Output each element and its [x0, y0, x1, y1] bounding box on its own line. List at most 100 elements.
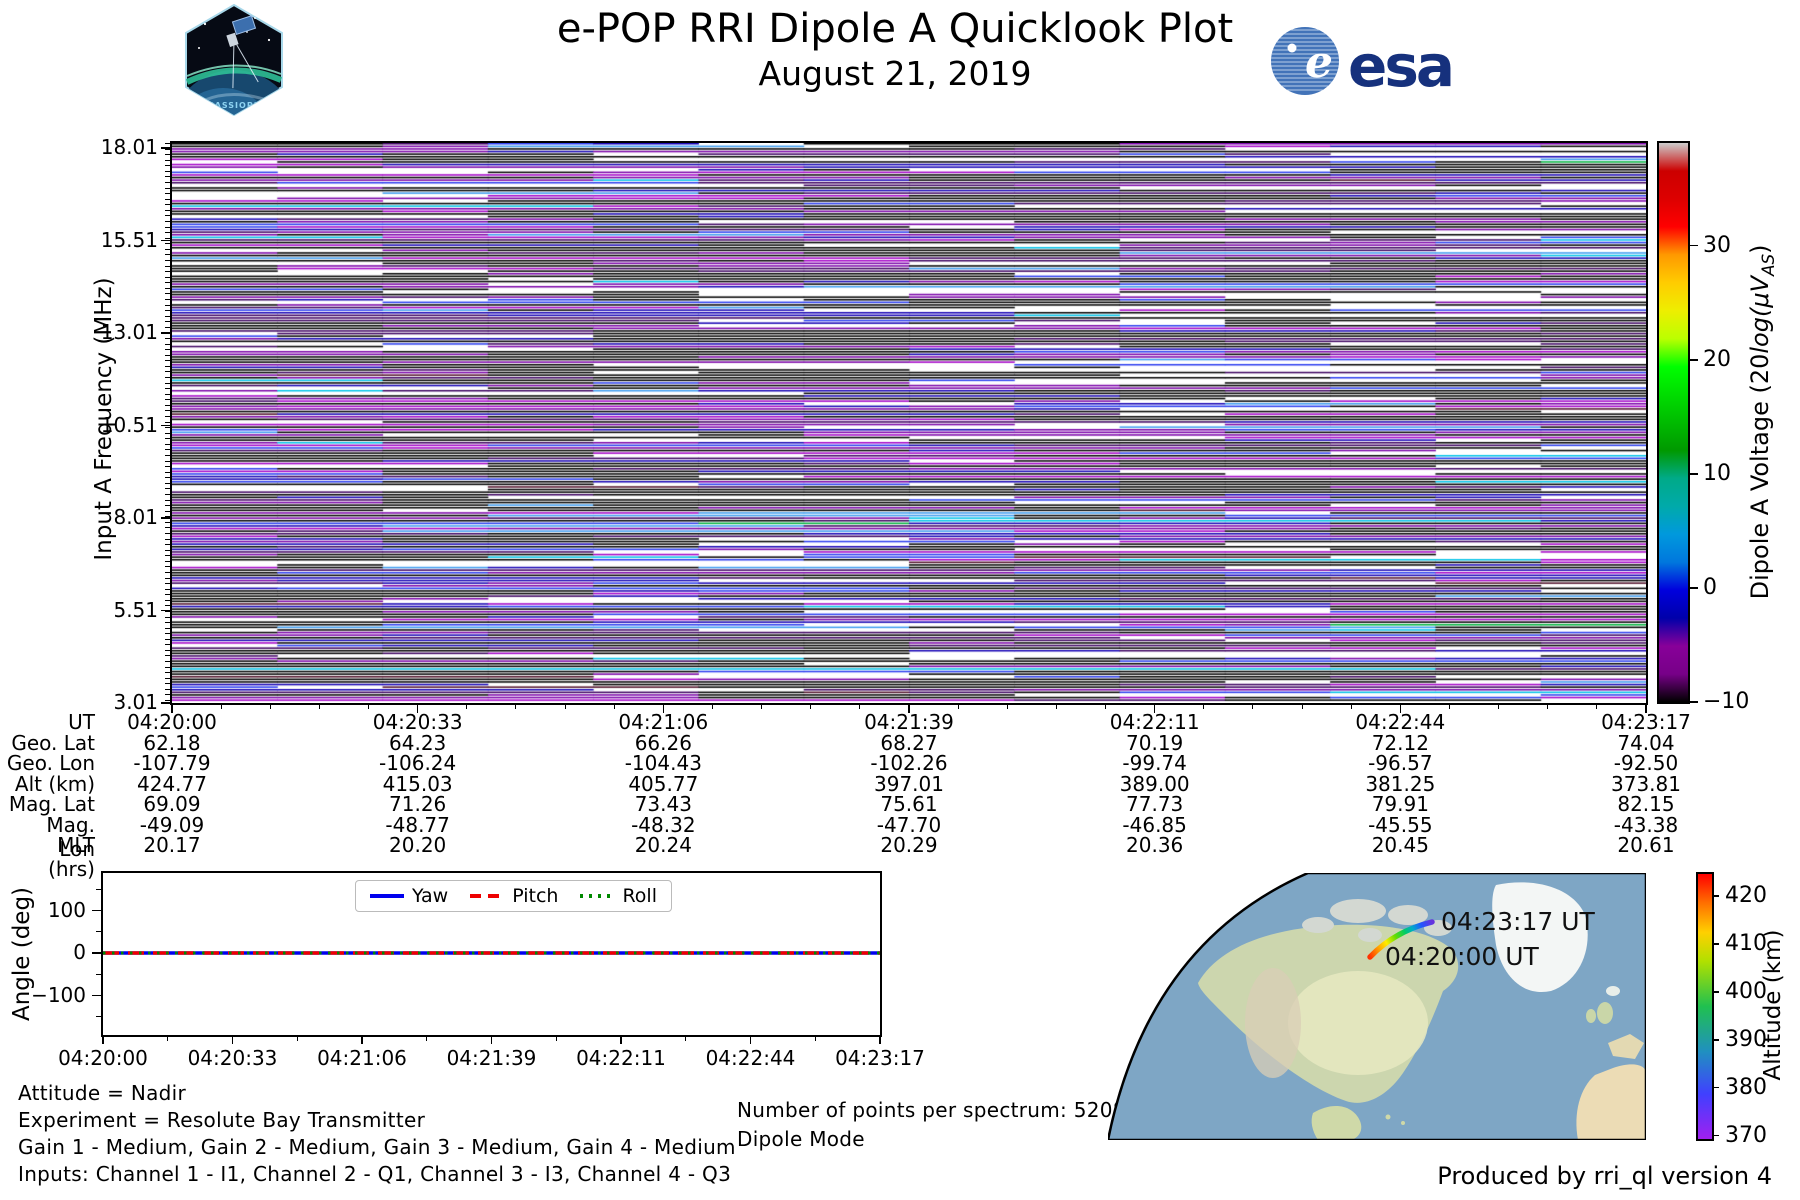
page-title: e-POP RRI Dipole A Quicklook Plot: [556, 6, 1234, 52]
cbar-label-prefix: Dipole A Voltage (20: [1746, 353, 1775, 600]
legend-label-yaw: Yaw: [412, 885, 449, 907]
y-minor-tick: [165, 477, 170, 479]
y-minor-tick: [165, 271, 170, 273]
y-minor-tick: [165, 588, 170, 590]
x-minor-tick: [220, 705, 222, 709]
cbar-label-subscript: AS: [1757, 253, 1778, 276]
angle-y-minor-tick: [96, 888, 101, 890]
ephemeris-value: 20.24: [634, 833, 692, 857]
y-minor-tick: [165, 365, 170, 367]
y-minor-tick: [165, 571, 170, 573]
angle-x-minor-tick: [685, 1037, 687, 1041]
angle-y-minor-tick: [96, 931, 101, 933]
y-minor-tick: [165, 510, 170, 512]
patch-wordmark: CASSIOPE: [208, 101, 260, 110]
angle-y-tick-label: −100: [31, 982, 86, 1007]
esa-e-glyph: e: [1305, 37, 1333, 88]
freq-tick-label: 13.01: [100, 320, 158, 344]
y-major-tick: [161, 517, 170, 519]
angle-x-minor-tick: [814, 1037, 816, 1041]
angle-x-minor-tick: [296, 1037, 298, 1041]
ephemeris-value: 20.36: [1126, 833, 1184, 857]
angle-legend: Yaw Pitch Roll: [355, 880, 672, 912]
x-minor-tick: [1596, 705, 1598, 709]
y-minor-tick: [165, 493, 170, 495]
y-minor-tick: [165, 215, 170, 217]
y-minor-tick: [165, 176, 170, 178]
angle-x-tick-label: 04:20:00: [58, 1046, 148, 1070]
y-minor-tick: [165, 310, 170, 312]
y-minor-tick: [165, 661, 170, 662]
y-minor-tick: [165, 538, 170, 540]
y-minor-tick: [165, 187, 170, 189]
x-minor-tick: [368, 705, 370, 709]
y-minor-tick: [165, 549, 170, 551]
y-minor-tick: [165, 633, 170, 635]
y-minor-tick: [165, 148, 170, 150]
y-minor-tick: [165, 159, 170, 161]
voltage-colorbar: [1657, 141, 1690, 704]
y-minor-tick: [165, 243, 170, 245]
voltage-cbar-tick: [1690, 359, 1698, 361]
annotation-gains: Gain 1 - Medium, Gain 2 - Medium, Gain 3…: [18, 1135, 736, 1159]
esa-wordmark: esa: [1348, 32, 1452, 100]
y-major-tick: [161, 702, 170, 704]
y-minor-tick: [165, 399, 170, 401]
y-minor-tick: [165, 521, 170, 523]
x-minor-tick: [1547, 705, 1549, 709]
track-start-time-label: 04:20:00 UT: [1385, 942, 1540, 971]
y-minor-tick: [165, 293, 170, 295]
annotation-inputs: Inputs: Channel 1 - I1, Channel 2 - Q1, …: [18, 1162, 732, 1186]
x-minor-tick: [957, 705, 959, 709]
y-minor-tick: [165, 583, 170, 584]
y-minor-tick: [165, 610, 170, 612]
y-minor-tick: [165, 193, 170, 195]
y-major-tick: [161, 239, 170, 242]
map-iceland: [1606, 986, 1620, 996]
x-minor-tick: [613, 705, 615, 709]
cbar-label-suffix: ): [1746, 244, 1775, 254]
y-minor-tick: [165, 165, 170, 167]
x-minor-tick: [466, 705, 468, 709]
altitude-cbar-tick: [1712, 1086, 1719, 1089]
track-end-time-label: 04:23:17 UT: [1441, 907, 1596, 936]
y-minor-tick: [165, 287, 170, 289]
voltage-colorbar-label: Dipole A Voltage (20log(μVAS): [1746, 122, 1778, 722]
y-minor-tick: [165, 443, 170, 445]
y-minor-tick: [165, 683, 170, 685]
y-minor-tick: [165, 254, 170, 256]
y-minor-tick: [165, 209, 170, 211]
x-minor-tick: [564, 705, 566, 709]
angle-x-tick-label: 04:22:44: [705, 1046, 796, 1070]
y-minor-tick: [165, 326, 170, 328]
y-minor-tick: [165, 143, 170, 144]
y-minor-tick: [165, 260, 170, 261]
angle-y-tick-label: 0: [73, 940, 86, 964]
annotation-experiment: Experiment = Resolute Bay Transmitter: [18, 1108, 426, 1132]
legend-label-pitch: Pitch: [512, 885, 559, 907]
y-minor-tick: [165, 599, 170, 601]
legend-label-roll: Roll: [622, 885, 657, 907]
y-minor-tick: [165, 232, 170, 234]
y-minor-tick: [165, 404, 170, 406]
angle-y-tick-label: 100: [47, 897, 86, 922]
x-minor-tick: [1498, 705, 1500, 709]
y-minor-tick: [165, 438, 170, 440]
angle-x-major-tick: [620, 1037, 622, 1044]
y-minor-tick: [165, 449, 170, 451]
y-minor-tick: [165, 700, 170, 701]
angle-y-minor-tick: [96, 1016, 101, 1018]
y-minor-tick: [165, 376, 170, 378]
y-minor-tick: [165, 644, 170, 646]
angle-y-major-tick: [92, 952, 101, 954]
y-minor-tick: [165, 299, 170, 300]
annotation-dipole-mode: Dipole Mode: [737, 1127, 865, 1151]
ephemeris-value: 20.17: [143, 833, 201, 857]
y-minor-tick: [165, 393, 170, 395]
map-arctic-islands: [1330, 899, 1386, 923]
altitude-colorbar: [1696, 872, 1714, 1141]
y-minor-tick: [165, 237, 170, 239]
roll-line-swatch: [580, 894, 615, 898]
angle-x-minor-tick: [167, 1037, 169, 1041]
quicklook-page: CASSIOPE e-POP RRI Dipole A Quicklook Pl…: [0, 0, 1800, 1200]
